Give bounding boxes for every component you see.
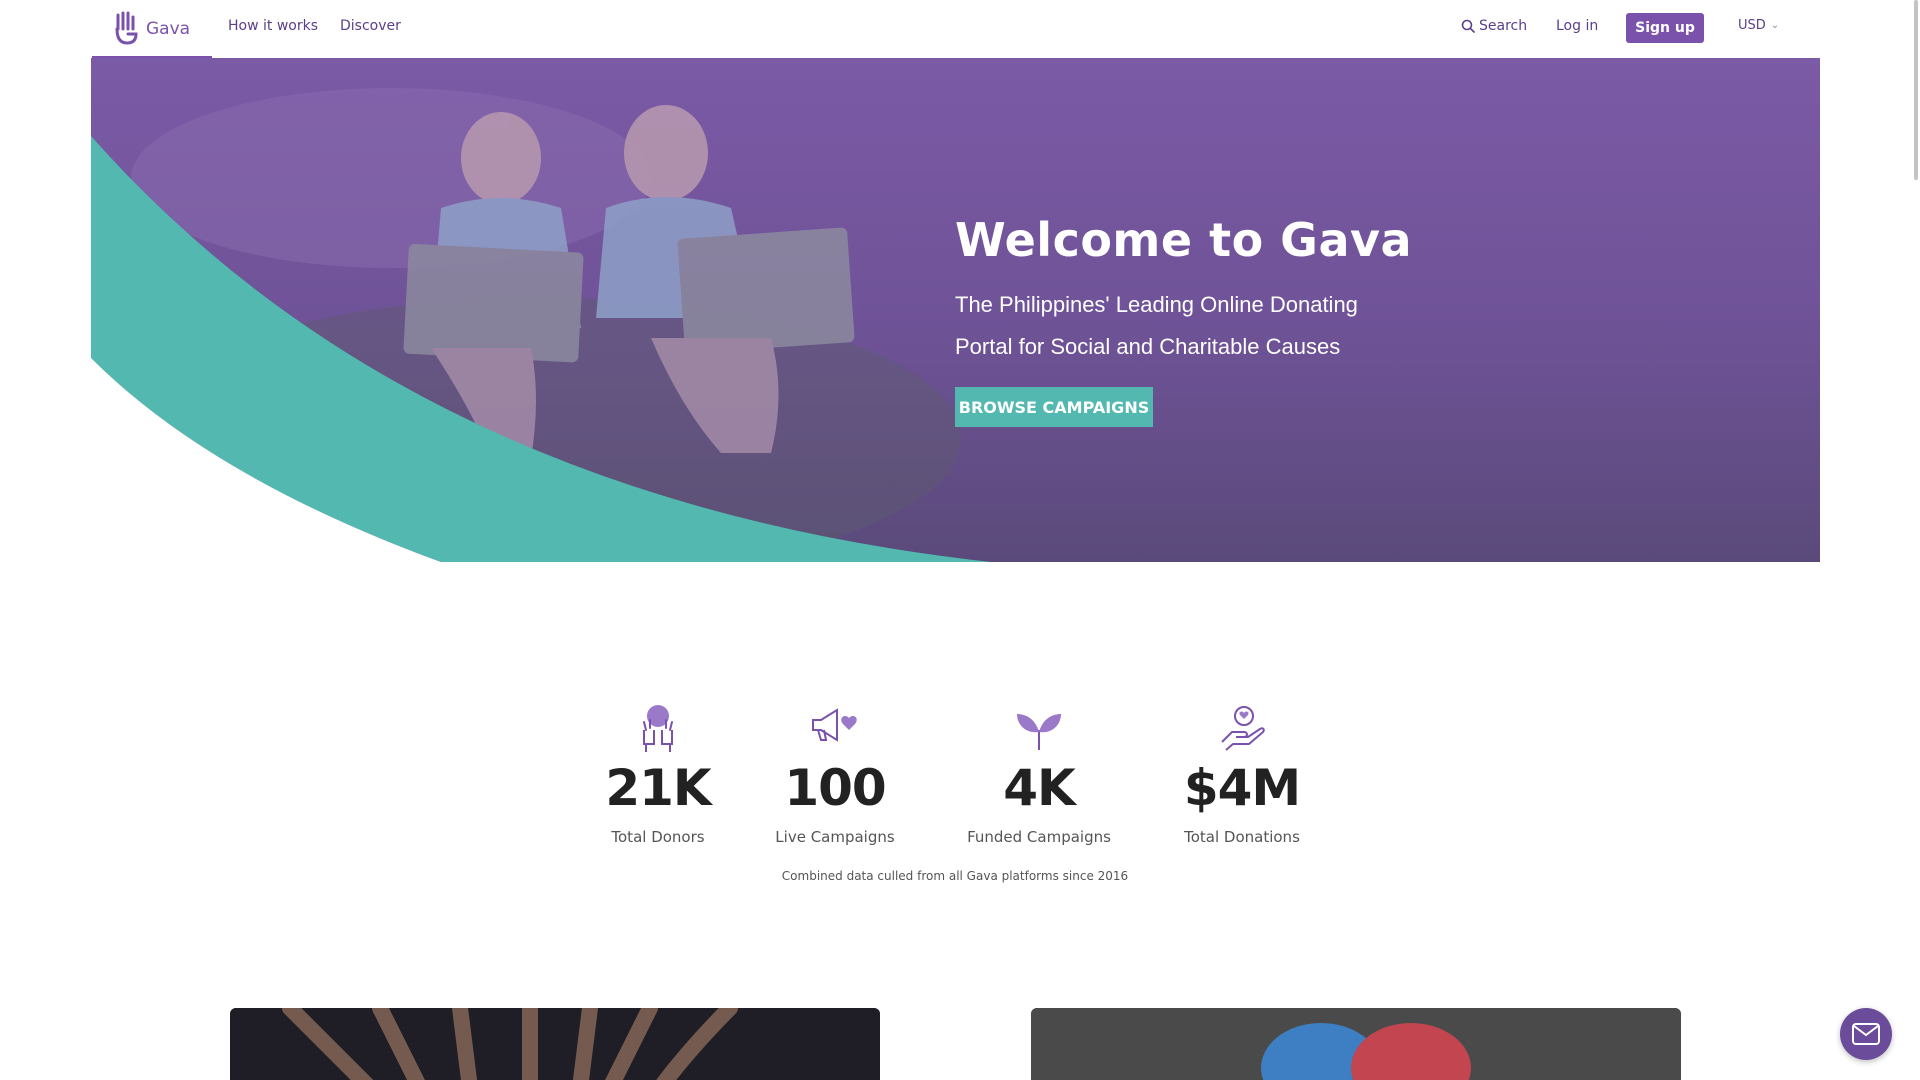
- nav-login[interactable]: Log in: [1556, 18, 1598, 34]
- stat-total-donors: 21K Total Donors: [568, 704, 748, 846]
- stat-value: 4K: [1003, 759, 1076, 817]
- stats-footnote: Combined data culled from all Gava platf…: [781, 869, 1129, 883]
- search-label: Search: [1479, 18, 1528, 34]
- page-scrollbar[interactable]: [1912, 0, 1920, 1080]
- stat-value: 21K: [605, 759, 711, 817]
- stat-funded-campaigns: 4K Funded Campaigns: [949, 704, 1129, 846]
- hero-subtitle: The Philippines' Leading Online Donating…: [955, 292, 1358, 359]
- colored-powder-image: [1031, 1008, 1681, 1080]
- feature-card-powder[interactable]: [1031, 1008, 1681, 1080]
- nav-discover[interactable]: Discover: [340, 18, 401, 34]
- stat-label: Funded Campaigns: [967, 828, 1111, 846]
- sprout-icon: [1017, 714, 1061, 750]
- stat-label: Live Campaigns: [775, 828, 895, 846]
- gava-hand-logo-icon: [115, 11, 138, 45]
- feature-card-hands[interactable]: [230, 1008, 880, 1080]
- stat-label: Total Donors: [611, 828, 705, 846]
- top-navigation: Gava How it works Discover Search Log in…: [0, 0, 1920, 58]
- logo-text: Gava: [146, 19, 191, 39]
- stat-value: $4M: [1183, 759, 1301, 817]
- currency-label: USD: [1738, 18, 1766, 33]
- nav-search[interactable]: Search: [1461, 18, 1527, 34]
- stat-value: 100: [784, 759, 886, 817]
- raised-hands-icon: [643, 705, 673, 752]
- contact-chat-button[interactable]: [1840, 1008, 1892, 1060]
- hand-heart-icon: [1221, 706, 1265, 751]
- megaphone-heart-icon: [812, 708, 857, 742]
- envelope-icon: [1852, 1023, 1880, 1045]
- stat-live-campaigns: 100 Live Campaigns: [745, 704, 925, 846]
- scrollbar-thumb[interactable]: [1914, 0, 1918, 180]
- currency-selector[interactable]: USD ⌄: [1738, 18, 1779, 33]
- nav-how-it-works[interactable]: How it works: [228, 18, 318, 34]
- hero-banner: Welcome to Gava The Philippines' Leading…: [91, 58, 1820, 562]
- logo[interactable]: Gava: [113, 7, 190, 51]
- browse-campaigns-button[interactable]: BROWSE CAMPAIGNS: [955, 387, 1153, 427]
- signup-button[interactable]: Sign up: [1626, 13, 1704, 43]
- chevron-down-icon: ⌄: [1770, 20, 1780, 31]
- search-icon: [1461, 19, 1475, 33]
- hero-title: Welcome to Gava: [955, 213, 1413, 267]
- hands-together-image: [230, 1008, 880, 1080]
- stat-label: Total Donations: [1184, 828, 1300, 846]
- stat-total-donations: $4M Total Donations: [1152, 704, 1332, 846]
